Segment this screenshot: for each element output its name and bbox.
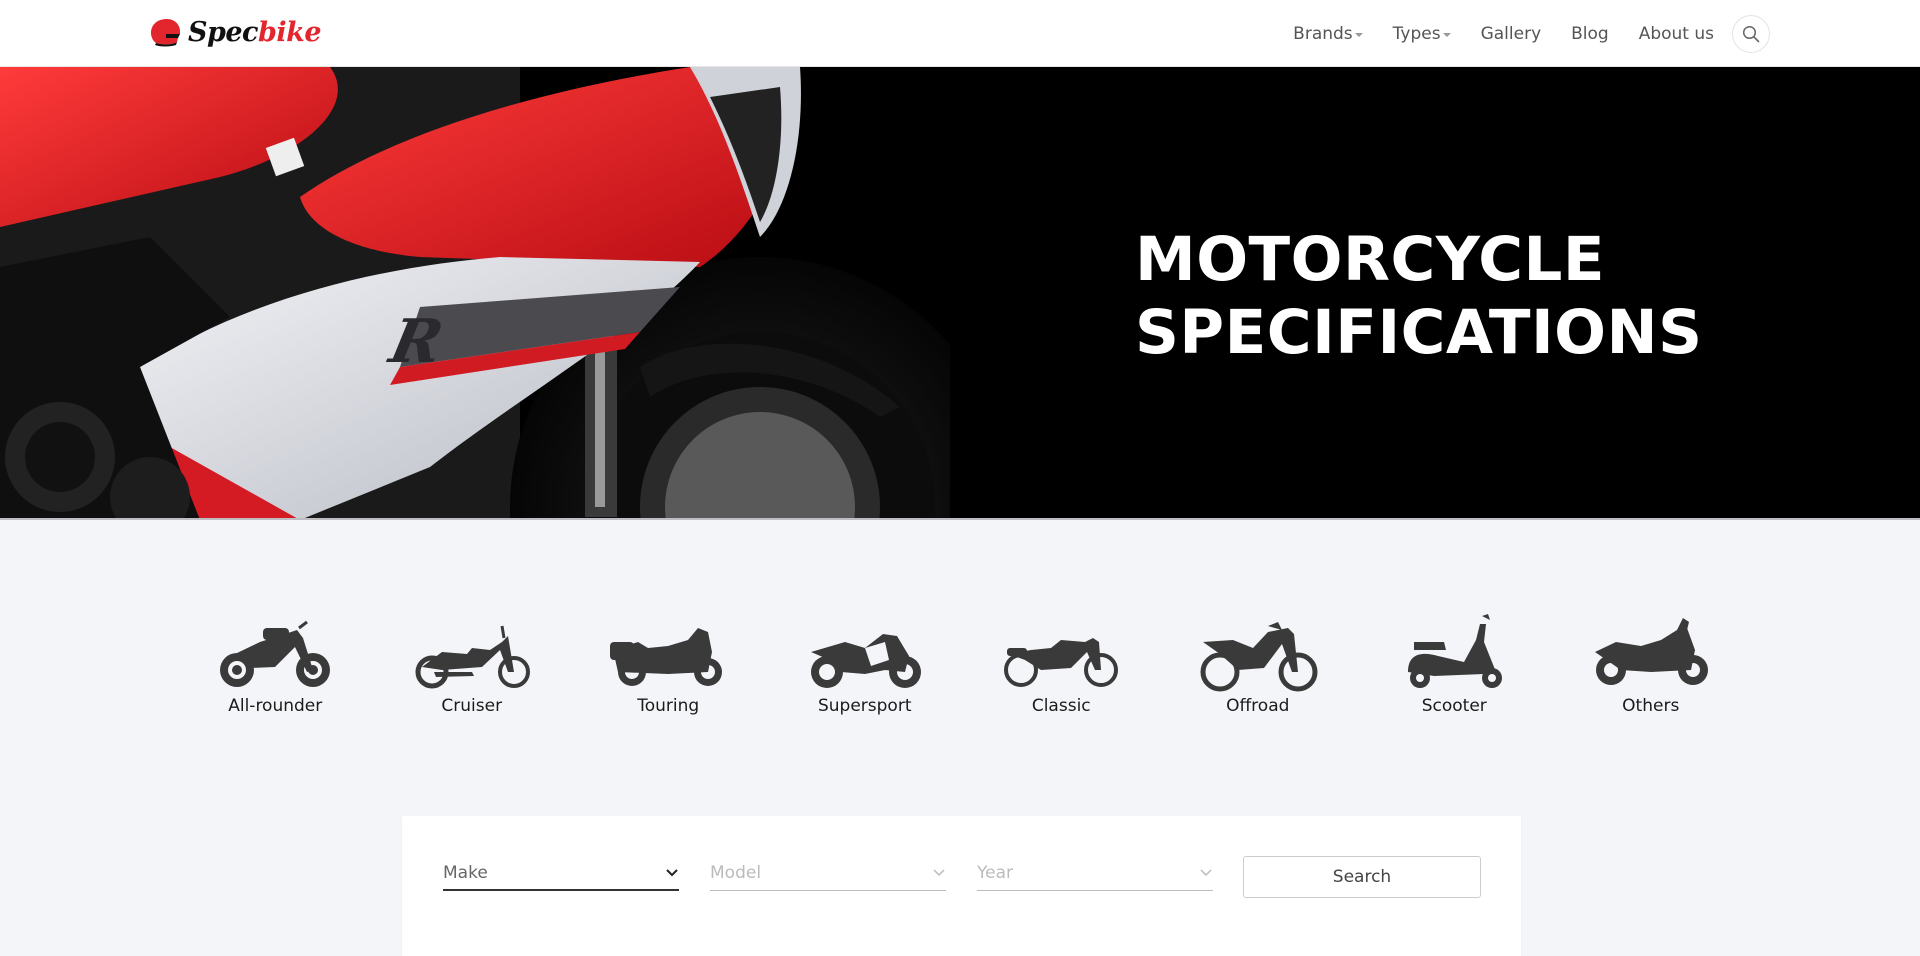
hero-title-line2: SPECIFICATIONS <box>1135 297 1703 368</box>
nav-about-label: About us <box>1638 24 1714 44</box>
category-cruiser[interactable]: Cruiser <box>374 612 571 716</box>
category-label: Others <box>1622 696 1680 716</box>
caret-down-icon <box>1354 33 1363 37</box>
nav-gallery-label: Gallery <box>1480 24 1542 44</box>
motorcycle-type-list: All-rounder Cruiser Touring Supersport C… <box>177 612 1767 716</box>
cruiser-motorcycle-icon <box>415 625 530 689</box>
nav-brands[interactable]: Brands <box>1293 24 1363 44</box>
trike-motorcycle-icon <box>1594 618 1708 685</box>
supersport-motorcycle-icon <box>810 634 921 688</box>
chevron-down-icon <box>666 868 678 876</box>
category-label: Supersport <box>817 696 912 716</box>
hero-motorcycle-image: R <box>0 67 950 518</box>
category-label: Offroad <box>1226 696 1290 716</box>
header-search-button[interactable] <box>1732 15 1770 53</box>
make-select-value: Make <box>443 862 488 883</box>
model-select-value: Model <box>710 863 762 883</box>
chevron-down-icon <box>933 869 945 877</box>
hero-banner: R MOTORCYCLE SPECIFICATIONS <box>0 67 1920 520</box>
main-nav: Brands Types Gallery Blog About us <box>1293 15 1770 53</box>
spec-search-form: Make Model Year Search <box>402 816 1521 956</box>
nav-types-label: Types <box>1392 24 1441 44</box>
chevron-down-icon <box>1200 869 1212 877</box>
model-select[interactable]: Model <box>710 856 946 891</box>
category-scooter[interactable]: Scooter <box>1356 612 1553 716</box>
touring-motorcycle-icon <box>610 628 723 686</box>
nav-about-us[interactable]: About us <box>1639 24 1714 44</box>
category-label: Scooter <box>1421 696 1487 716</box>
category-classic[interactable]: Classic <box>963 612 1160 716</box>
helmet-logo-icon <box>151 19 180 47</box>
nav-types[interactable]: Types <box>1393 24 1451 44</box>
category-supersport[interactable]: Supersport <box>767 612 964 716</box>
search-button[interactable]: Search <box>1243 856 1481 898</box>
logo-wordmark: Specbike <box>188 16 322 48</box>
offroad-motorcycle-icon <box>1200 622 1318 692</box>
nav-gallery[interactable]: Gallery <box>1481 24 1542 44</box>
hero-title: MOTORCYCLE SPECIFICATIONS <box>1135 223 1703 369</box>
search-icon <box>1742 25 1760 43</box>
specbike-logo[interactable]: Specbike <box>148 16 322 48</box>
nav-brands-label: Brands <box>1293 24 1353 44</box>
nav-blog-label: Blog <box>1571 24 1609 44</box>
site-header: Specbike Brands Types Gallery Blog About… <box>0 0 1920 67</box>
year-select-value: Year <box>977 863 1013 883</box>
category-label: Touring <box>637 696 700 716</box>
category-all-rounder[interactable]: All-rounder <box>177 612 374 716</box>
category-touring[interactable]: Touring <box>570 612 767 716</box>
category-label: Cruiser <box>441 696 503 716</box>
year-select[interactable]: Year <box>977 856 1213 891</box>
hero-title-line1: MOTORCYCLE <box>1135 224 1606 295</box>
make-select[interactable]: Make <box>443 856 679 891</box>
classic-motorcycle-icon <box>1004 638 1119 687</box>
category-label: All-rounder <box>228 696 323 716</box>
category-label: Classic <box>1031 696 1091 716</box>
nav-blog[interactable]: Blog <box>1571 24 1609 44</box>
category-others[interactable]: Others <box>1553 612 1750 716</box>
caret-down-icon <box>1442 33 1451 37</box>
scooter-icon <box>1408 614 1503 688</box>
category-offroad[interactable]: Offroad <box>1160 612 1357 716</box>
all-rounder-motorcycle-icon <box>220 620 331 687</box>
